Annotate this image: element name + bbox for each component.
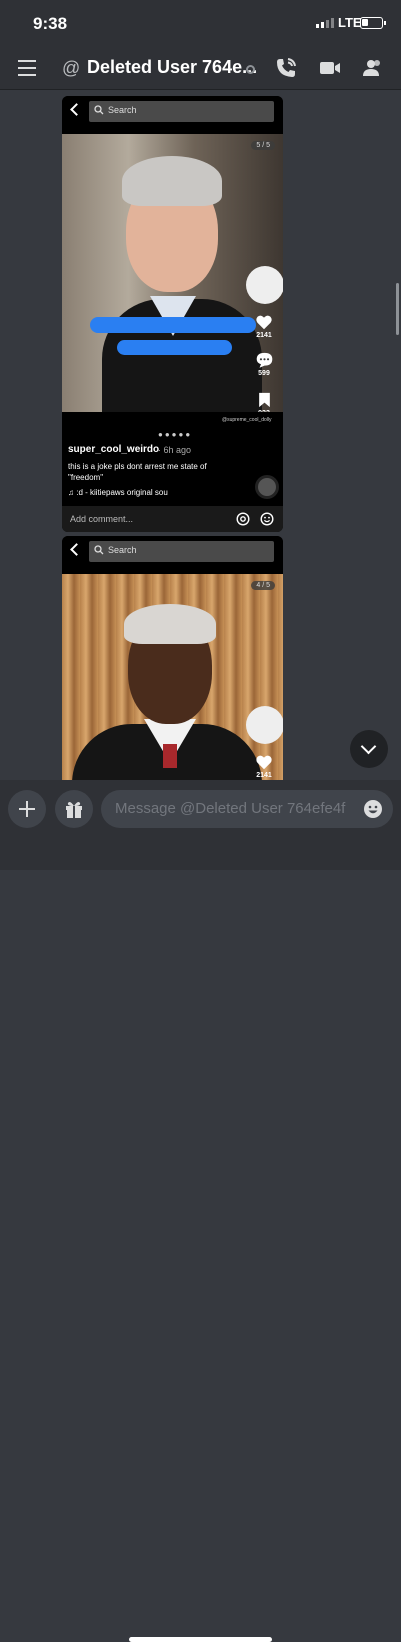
slide-counter: 5 / 5 [251, 141, 275, 150]
video-embed[interactable]: Search 5 / 5 2141 599 922 222 [62, 96, 283, 532]
network-label: LTE [338, 15, 362, 30]
page-dots: ●●●●● [158, 430, 193, 439]
jump-to-present-button[interactable] [350, 730, 388, 768]
hamburger-icon[interactable] [18, 60, 36, 81]
message-composer: Message @Deleted User 764efe4f [0, 780, 401, 1642]
search-icon [94, 545, 104, 555]
hair [122, 156, 222, 206]
video-icon[interactable] [318, 56, 342, 80]
comment-count: 599 [258, 370, 270, 377]
slide-counter: 4 / 5 [251, 581, 275, 590]
post-time: · 6h ago [158, 445, 192, 455]
message-input[interactable]: Message @Deleted User 764efe4f [101, 790, 393, 828]
like-action[interactable]: 2141 [249, 314, 279, 339]
search-placeholder: Search [108, 545, 137, 555]
like-count: 2141 [256, 772, 272, 779]
comment-icon [256, 352, 272, 368]
watermark: @supreme_cool_dolly [222, 417, 272, 423]
offline-status-icon [246, 65, 255, 74]
chevron-down-icon [360, 738, 377, 755]
video-embed[interactable]: Search 4 / 5 2141 [62, 536, 283, 780]
status-time: 9:38 [33, 14, 68, 33]
channel-header: @ Deleted User 764e... [0, 48, 401, 90]
search-input[interactable]: Search [89, 541, 274, 562]
heart-icon [256, 755, 272, 770]
search-input[interactable]: Search [89, 101, 274, 122]
back-arrow-icon[interactable] [70, 543, 83, 556]
search-icon [94, 105, 104, 115]
search-placeholder: Search [108, 105, 137, 115]
tie [163, 744, 177, 768]
comment-action[interactable]: 599 [249, 352, 279, 377]
embed-search-bar: Search [62, 536, 283, 574]
emoji-icon[interactable] [260, 512, 274, 526]
like-count: 2141 [256, 332, 272, 339]
video-thumbnail [62, 574, 283, 780]
phone-call-icon[interactable] [274, 56, 298, 80]
members-icon[interactable] [360, 56, 384, 80]
gift-button[interactable] [55, 790, 93, 828]
dm-title[interactable]: Deleted User 764e... [87, 57, 257, 78]
embed-search-bar: Search [62, 96, 283, 134]
creator-avatar[interactable] [246, 706, 283, 744]
back-arrow-icon[interactable] [70, 103, 83, 116]
like-action[interactable]: 2141 [249, 754, 279, 779]
video-caption: @supreme_cool_dolly ●●●●● super_cool_wei… [62, 412, 283, 506]
status-bar: 9:38 LTE [0, 0, 401, 48]
at-icon[interactable] [236, 512, 250, 526]
emoji-icon[interactable] [363, 799, 383, 819]
battery-icon [360, 17, 386, 29]
message-list[interactable]: Search 5 / 5 2141 599 922 222 [0, 90, 401, 780]
comment-input[interactable]: Add comment... [70, 514, 133, 524]
bookmark-icon [258, 392, 270, 408]
plus-icon[interactable] [8, 790, 46, 828]
heart-icon [256, 315, 272, 330]
redaction-bar [90, 317, 256, 333]
home-indicator [129, 1637, 272, 1642]
signal-icon [316, 18, 334, 28]
creator-avatar[interactable] [246, 266, 283, 304]
redaction-bar [117, 340, 232, 355]
video-description: this is a joke pls dont arrest me state … [68, 462, 207, 482]
comment-bar[interactable]: Add comment... [62, 506, 283, 532]
creator-username[interactable]: super_cool_weirdo [68, 444, 159, 455]
music-disc-icon[interactable] [255, 475, 279, 499]
gift-icon [66, 802, 82, 818]
music-track[interactable]: ♫ :d - kiitiepaws original sou [68, 488, 168, 497]
scrollbar[interactable] [396, 283, 399, 335]
message-placeholder: Message @Deleted User 764efe4f [115, 800, 346, 817]
hair [124, 604, 216, 644]
at-icon: @ [62, 58, 81, 78]
